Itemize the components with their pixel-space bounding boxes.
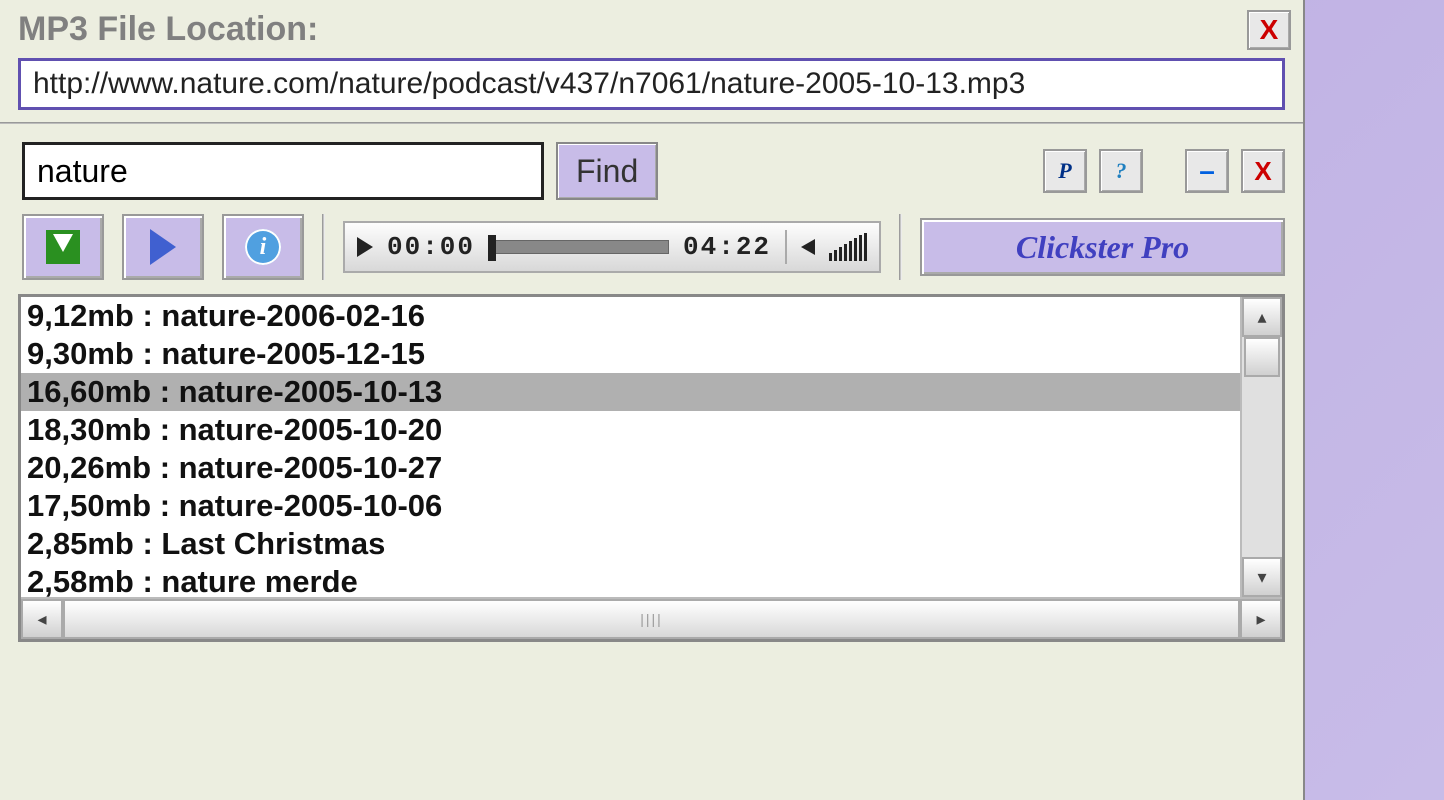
total-time: 04:22 [683,232,771,262]
vertical-scroll-thumb[interactable] [1244,337,1280,377]
scroll-left-button[interactable]: ◂ [21,599,63,639]
clickster-pro-button[interactable]: Clickster Pro [920,218,1285,276]
paypal-icon[interactable]: P [1043,149,1087,193]
play-button[interactable] [122,214,204,280]
volume-icon [801,239,815,255]
app-window: MP3 File Location: X Find P ? – X i 00:0… [0,0,1305,800]
horizontal-scrollbar[interactable]: ◂ |||| ▸ [21,597,1282,639]
result-row[interactable]: 2,58mb : nature merde [21,563,1240,597]
play-icon [150,229,176,265]
result-row[interactable]: 9,12mb : nature-2006-02-16 [21,297,1240,335]
close-button[interactable]: X [1247,10,1291,50]
result-row[interactable]: 2,85mb : Last Christmas [21,525,1240,563]
result-row[interactable]: 9,30mb : nature-2005-12-15 [21,335,1240,373]
header-row: MP3 File Location: X [0,0,1303,58]
result-row[interactable]: 18,30mb : nature-2005-10-20 [21,411,1240,449]
result-row[interactable]: 17,50mb : nature-2005-10-06 [21,487,1240,525]
file-location-label: MP3 File Location: [18,10,1247,49]
player-separator [785,230,787,264]
help-icon[interactable]: ? [1099,149,1143,193]
vertical-separator [322,214,325,280]
search-row: Find P ? – X [0,134,1303,214]
scroll-up-button[interactable]: ▴ [1242,297,1282,337]
progress-knob[interactable] [488,235,496,261]
vertical-scrollbar[interactable]: ▴ ▾ [1240,297,1282,597]
download-icon [46,230,80,264]
search-input[interactable] [22,142,544,200]
vertical-separator-2 [899,214,902,280]
result-row[interactable]: 16,60mb : nature-2005-10-13 [21,373,1240,411]
vertical-scroll-track[interactable] [1242,337,1282,557]
scroll-down-button[interactable]: ▾ [1242,557,1282,597]
elapsed-time: 00:00 [387,232,475,262]
download-button[interactable] [22,214,104,280]
results-list[interactable]: 9,12mb : nature-2006-02-169,30mb : natur… [21,297,1240,597]
info-icon: i [245,229,281,265]
scroll-right-button[interactable]: ▸ [1240,599,1282,639]
url-input[interactable] [18,58,1285,110]
find-button[interactable]: Find [556,142,658,200]
divider [0,122,1303,124]
minimize-button[interactable]: – [1185,149,1229,193]
volume-slider[interactable] [829,233,867,261]
audio-player: 00:00 04:22 [343,221,881,273]
horizontal-scroll-thumb[interactable]: |||| [63,599,1240,639]
result-row[interactable]: 20,26mb : nature-2005-10-27 [21,449,1240,487]
toolbar-row: i 00:00 04:22 Clickster Pro [0,214,1303,294]
progress-bar[interactable] [489,240,669,254]
results-panel: 9,12mb : nature-2006-02-169,30mb : natur… [18,294,1285,642]
info-button[interactable]: i [222,214,304,280]
close-button-2[interactable]: X [1241,149,1285,193]
player-play-icon[interactable] [357,237,373,257]
